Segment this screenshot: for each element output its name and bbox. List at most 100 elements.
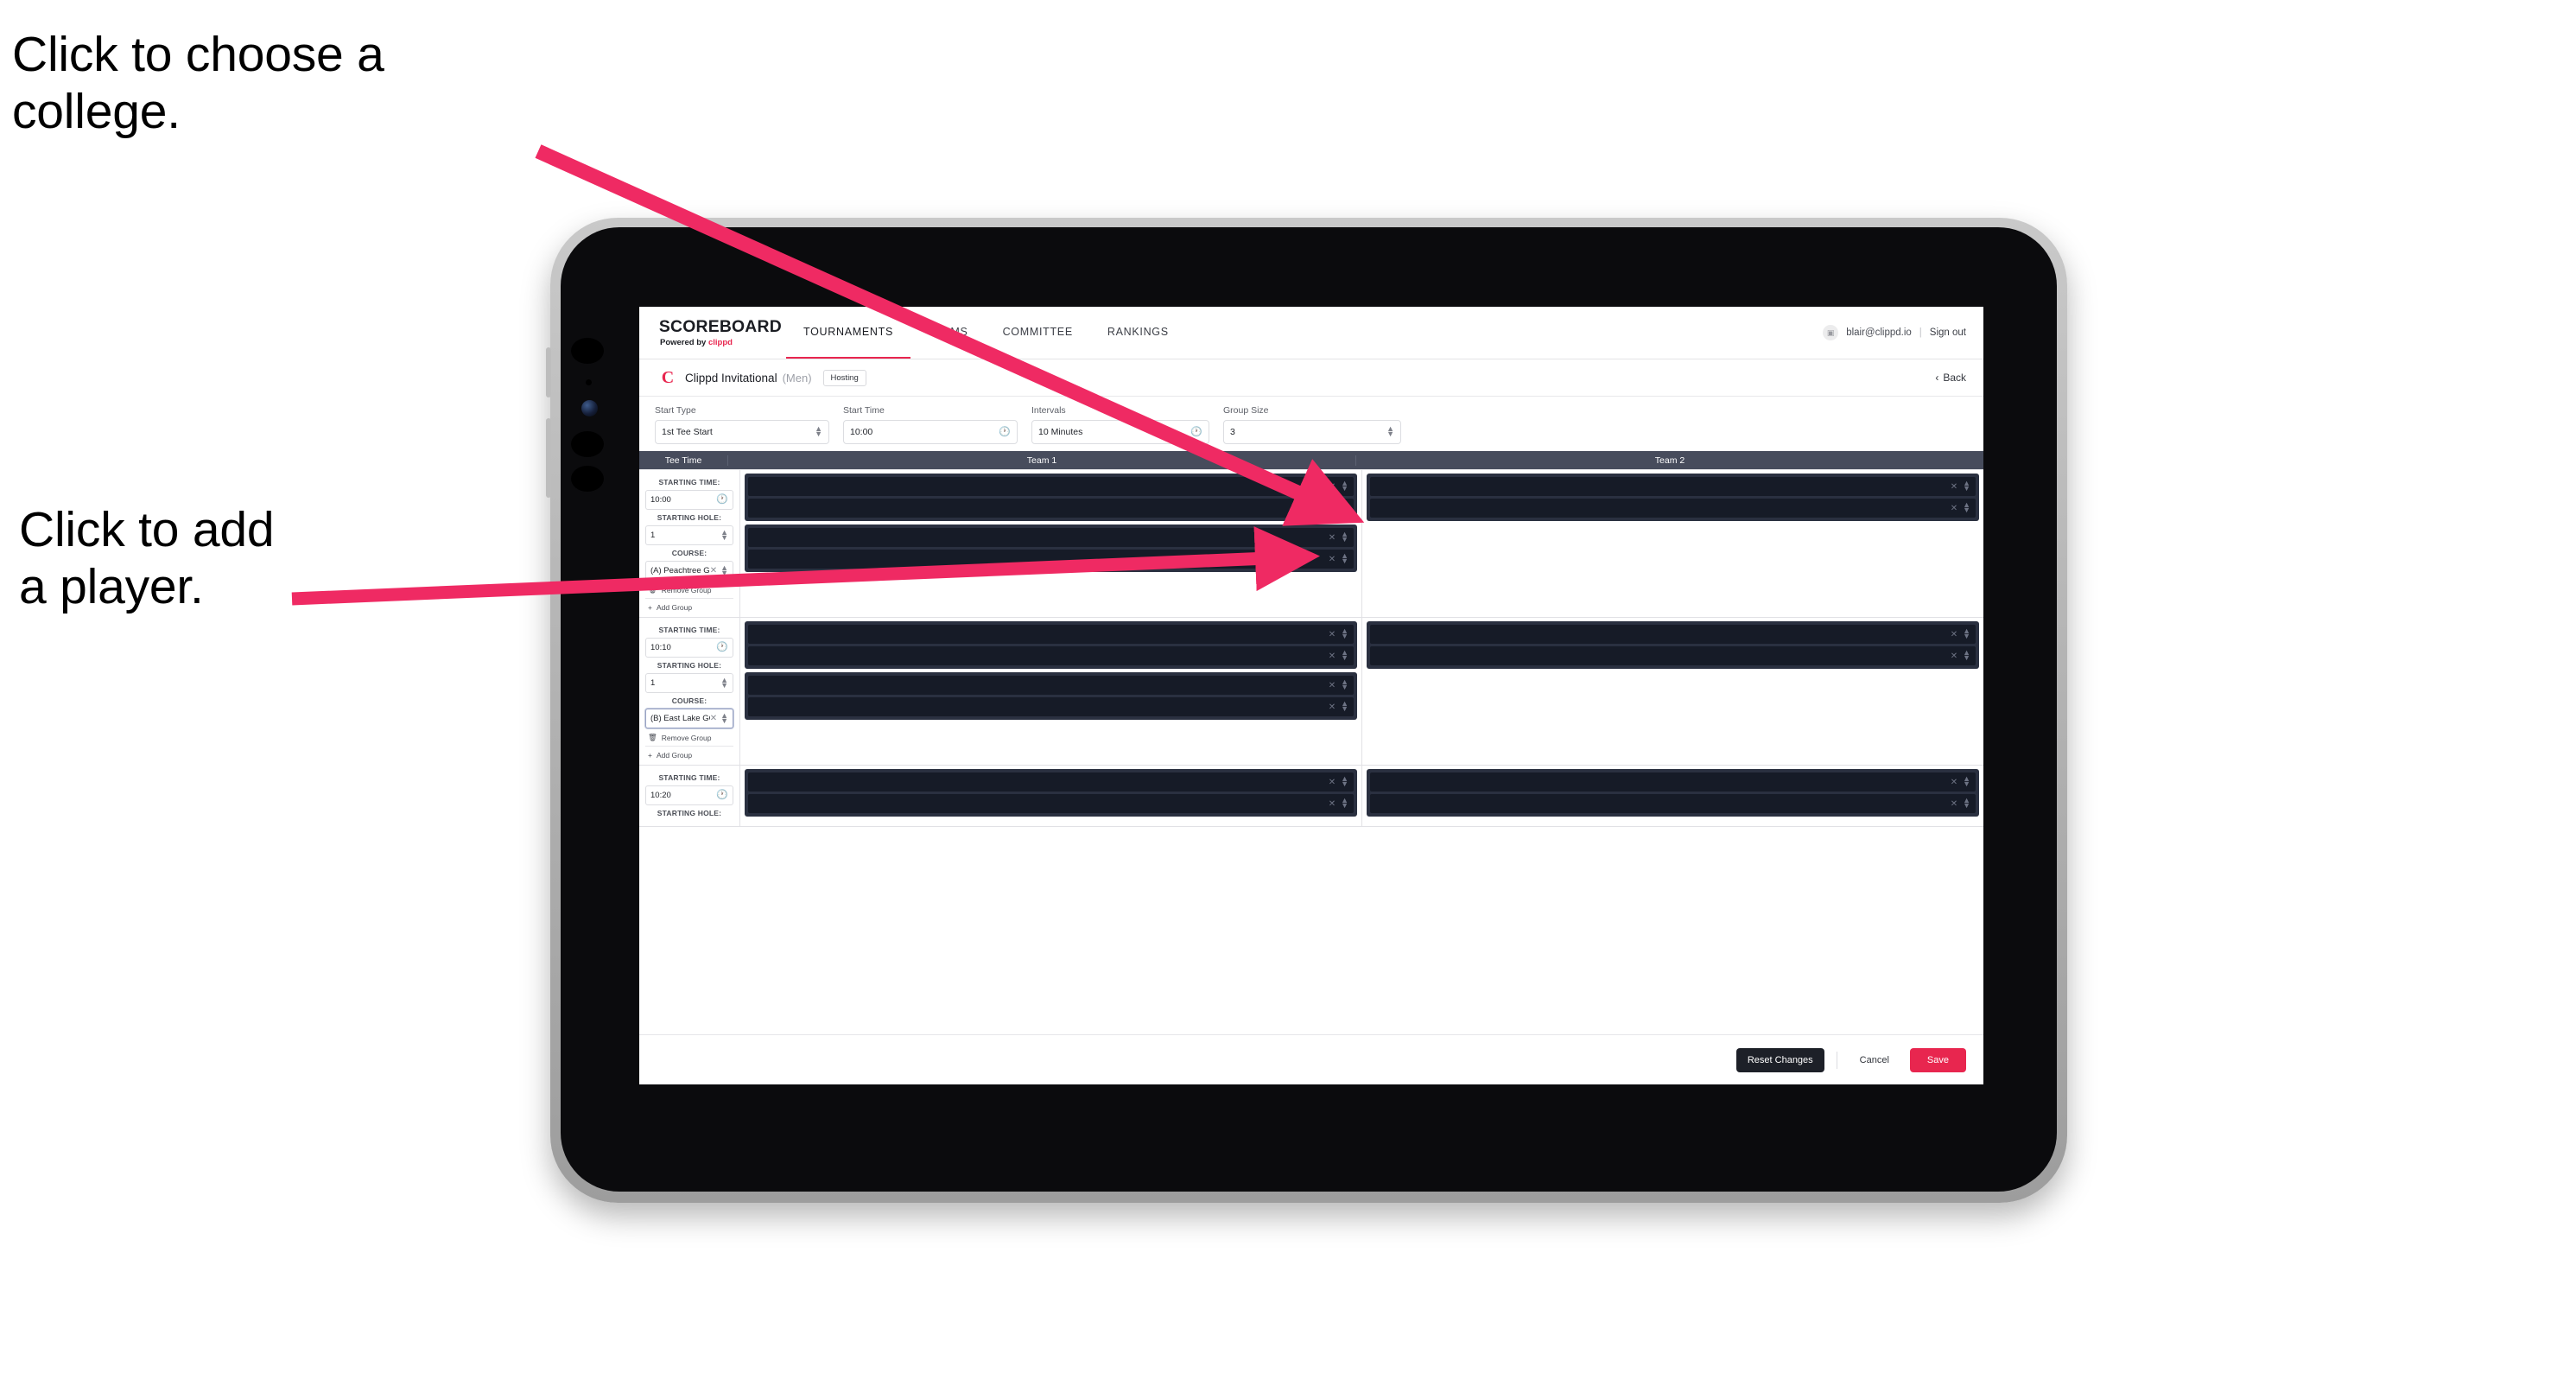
close-x-icon[interactable]: ✕ [1329, 778, 1336, 787]
close-x-icon[interactable]: ✕ [1951, 630, 1957, 639]
close-x-icon[interactable]: ✕ [1951, 652, 1957, 661]
clock-icon[interactable]: 🕐 [999, 427, 1011, 437]
brand-logo[interactable]: SCOREBOARD Powered by clippd [639, 307, 782, 359]
close-x-icon[interactable]: ✕ [1329, 555, 1336, 564]
tab-tournaments[interactable]: TOURNAMENTS [786, 307, 911, 359]
user-card-icon[interactable]: ▣ [1823, 325, 1839, 340]
close-x-icon[interactable]: ✕ [1951, 504, 1957, 513]
team-1-cell: ✕ ▲ ▼ ✕ ▲ ▼ ✕ ▲ ▼ ✕ ▲ ▼ [740, 618, 1362, 765]
player-slot-row[interactable]: ✕ ▲ ▼ [748, 625, 1354, 644]
camera-lens-icon [581, 400, 598, 416]
clock-icon[interactable]: 🕐 [1190, 427, 1202, 437]
player-slot-row[interactable]: ✕ ▲ ▼ [748, 697, 1354, 716]
start-type-select[interactable]: 1st Tee Start ▲ ▼ [655, 420, 829, 444]
label-course: COURSE: [671, 696, 707, 705]
player-slot-row[interactable]: ✕ ▲ ▼ [748, 772, 1354, 792]
player-slot-row[interactable]: ✕ ▲ ▼ [1370, 794, 1976, 813]
stepper-icon[interactable]: ▲ ▼ [1341, 501, 1348, 513]
close-x-icon[interactable]: ✕ [710, 566, 717, 575]
close-x-icon[interactable]: ✕ [1329, 482, 1336, 492]
stepper-icon[interactable]: ▲ ▼ [1963, 480, 1970, 492]
stepper-icon[interactable]: ▲ ▼ [720, 677, 728, 689]
close-x-icon[interactable]: ✕ [1329, 681, 1336, 690]
player-slot-row[interactable]: ✕ ▲ ▼ [748, 477, 1354, 496]
course-select[interactable]: (A) Peachtree GC ✕ ▲ ▼ [645, 561, 733, 581]
course-select[interactable]: (B) East Lake GC ✕ ▲ ▼ [645, 709, 733, 728]
cancel-button[interactable]: Cancel [1850, 1048, 1900, 1072]
add-group-button[interactable]: + Add Group [645, 746, 733, 760]
stepper-icon[interactable]: ▲ ▼ [1341, 480, 1348, 492]
clock-icon[interactable]: 🕐 [716, 791, 728, 800]
stepper-icon[interactable]: ▲ ▼ [1341, 700, 1348, 712]
control-start-type: Start Type 1st Tee Start ▲ ▼ [655, 405, 843, 444]
tab-teams[interactable]: TEAMS [910, 307, 986, 359]
stepper-icon[interactable]: ▲ ▼ [1341, 627, 1348, 639]
stepper-icon[interactable]: ▲ ▼ [1963, 501, 1970, 513]
player-slot-row[interactable]: ✕ ▲ ▼ [748, 794, 1354, 813]
tab-rankings[interactable]: RANKINGS [1090, 307, 1186, 359]
stepper-icon[interactable]: ▲ ▼ [1341, 775, 1348, 787]
player-slot-row[interactable]: ✕ ▲ ▼ [748, 550, 1354, 569]
account-separator: | [1919, 327, 1922, 338]
save-button[interactable]: Save [1909, 1047, 1966, 1072]
stepper-icon[interactable]: ▲ ▼ [1963, 797, 1970, 809]
close-x-icon[interactable]: ✕ [1951, 482, 1957, 492]
remove-group-button[interactable]: 🗑 Remove Group [645, 728, 733, 742]
player-slot-row[interactable]: ✕ ▲ ▼ [1370, 477, 1976, 496]
close-x-icon[interactable]: ✕ [1329, 799, 1336, 809]
close-x-icon[interactable]: ✕ [1951, 778, 1957, 787]
stepper-icon[interactable]: ▲ ▼ [1341, 678, 1348, 690]
close-x-icon[interactable]: ✕ [1329, 630, 1336, 639]
starting-time-input[interactable]: 10:20 🕐 [645, 785, 733, 805]
stepper-icon[interactable]: ▲ ▼ [1341, 649, 1348, 661]
close-x-icon[interactable]: ✕ [1329, 533, 1336, 543]
add-group-label: Add Group [656, 751, 693, 760]
stepper-icon[interactable]: ▲ ▼ [1341, 797, 1348, 809]
remove-group-label: Remove Group [661, 733, 712, 742]
starting-hole-input[interactable]: 1 ▲ ▼ [645, 673, 733, 693]
starting-time-input[interactable]: 10:00 🕐 [645, 490, 733, 510]
remove-group-button[interactable]: 🗑 Remove Group [645, 581, 733, 594]
back-button[interactable]: ‹ Back [1935, 372, 1966, 384]
stepper-icon[interactable]: ▲ ▼ [1341, 552, 1348, 564]
close-x-icon[interactable]: ✕ [710, 714, 717, 723]
stepper-icon[interactable]: ▲ ▼ [1963, 649, 1970, 661]
player-slot-row[interactable]: ✕ ▲ ▼ [748, 499, 1354, 518]
stepper-icon[interactable]: ▲ ▼ [1386, 425, 1394, 437]
player-slot-row[interactable]: ✕ ▲ ▼ [748, 676, 1354, 695]
add-group-button[interactable]: + Add Group [645, 598, 733, 612]
starting-time-input[interactable]: 10:10 🕐 [645, 638, 733, 658]
player-slot-row[interactable]: ✕ ▲ ▼ [1370, 499, 1976, 518]
sign-out-link[interactable]: Sign out [1930, 327, 1966, 338]
player-slot-row[interactable]: ✕ ▲ ▼ [748, 528, 1354, 547]
label-intervals: Intervals [1031, 405, 1066, 416]
starting-hole-input[interactable]: 1 ▲ ▼ [645, 525, 733, 545]
group-size-select[interactable]: 3 ▲ ▼ [1223, 420, 1401, 444]
stepper-icon[interactable]: ▲ ▼ [815, 425, 822, 437]
tab-committee[interactable]: COMMITTEE [986, 307, 1090, 359]
player-slot-row[interactable]: ✕ ▲ ▼ [1370, 625, 1976, 644]
back-label: Back [1943, 372, 1966, 384]
intervals-input[interactable]: 10 Minutes 🕐 [1031, 420, 1209, 444]
player-slot-row[interactable]: ✕ ▲ ▼ [748, 646, 1354, 665]
reset-changes-button[interactable]: Reset Changes [1735, 1047, 1824, 1072]
clock-icon[interactable]: 🕐 [716, 643, 728, 652]
stepper-icon[interactable]: ▲ ▼ [1963, 775, 1970, 787]
player-slot-row[interactable]: ✕ ▲ ▼ [1370, 772, 1976, 792]
label-course: COURSE: [671, 549, 707, 557]
tee-time-group-row: STARTING TIME: 10:00 🕐 STARTING HOLE: 1 ▲ ▼ COU… [639, 470, 1983, 618]
player-slot-row[interactable]: ✕ ▲ ▼ [1370, 646, 1976, 665]
stepper-icon[interactable]: ▲ ▼ [1963, 627, 1970, 639]
column-header-team-1: Team 1 [728, 455, 1356, 466]
close-x-icon[interactable]: ✕ [1329, 652, 1336, 661]
brand-wordmark: SCOREBOARD [658, 317, 782, 336]
stepper-icon[interactable]: ▲ ▼ [720, 564, 728, 576]
stepper-icon[interactable]: ▲ ▼ [720, 529, 728, 541]
close-x-icon[interactable]: ✕ [1329, 703, 1336, 712]
stepper-icon[interactable]: ▲ ▼ [720, 712, 728, 724]
clock-icon[interactable]: 🕐 [716, 495, 728, 505]
stepper-icon[interactable]: ▲ ▼ [1341, 531, 1348, 543]
close-x-icon[interactable]: ✕ [1329, 504, 1336, 513]
close-x-icon[interactable]: ✕ [1951, 799, 1957, 809]
start-time-input[interactable]: 10:00 🕐 [843, 420, 1018, 444]
